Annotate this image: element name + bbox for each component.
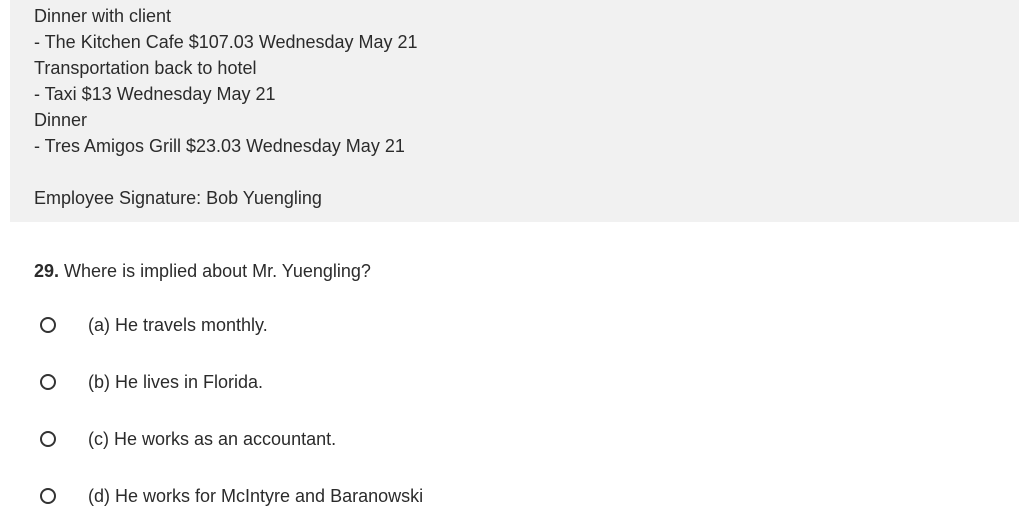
radio-button-icon[interactable] [40,431,56,447]
radio-button-icon[interactable] [40,374,56,390]
answer-option-a[interactable]: (a) He travels monthly. [40,310,268,340]
answer-option-label[interactable]: (b) He lives in Florida. [88,372,263,393]
employee-signature: Employee Signature: Bob Yuengling [34,188,322,208]
passage-box: Dinner with client - The Kitchen Cafe $1… [10,0,1019,222]
answer-option-d[interactable]: (d) He works for McIntyre and Baranowski [40,481,423,511]
question-prompt: 29. Where is implied about Mr. Yuengling… [34,259,371,283]
passage-line: - Tres Amigos Grill $23.03 Wednesday May… [34,136,405,156]
question-number: 29. [34,261,60,281]
answer-option-label[interactable]: (d) He works for McIntyre and Baranowski [88,486,423,507]
radio-button-icon[interactable] [40,488,56,504]
passage-line: Dinner [34,110,88,130]
radio-button-icon[interactable] [40,317,56,333]
passage-line: - Taxi $13 Wednesday May 21 [34,84,276,104]
answer-option-c[interactable]: (c) He works as an accountant. [40,424,336,454]
passage-line: Transportation back to hotel [34,58,257,78]
answer-option-label[interactable]: (a) He travels monthly. [88,315,268,336]
answer-option-label[interactable]: (c) He works as an accountant. [88,429,336,450]
question-text: Where is implied about Mr. Yuengling? [64,261,371,281]
passage-line: - The Kitchen Cafe $107.03 Wednesday May… [34,32,418,52]
answer-option-b[interactable]: (b) He lives in Florida. [40,367,263,397]
passage-spacer [34,159,1019,185]
passage-line: Dinner with client [34,6,172,26]
